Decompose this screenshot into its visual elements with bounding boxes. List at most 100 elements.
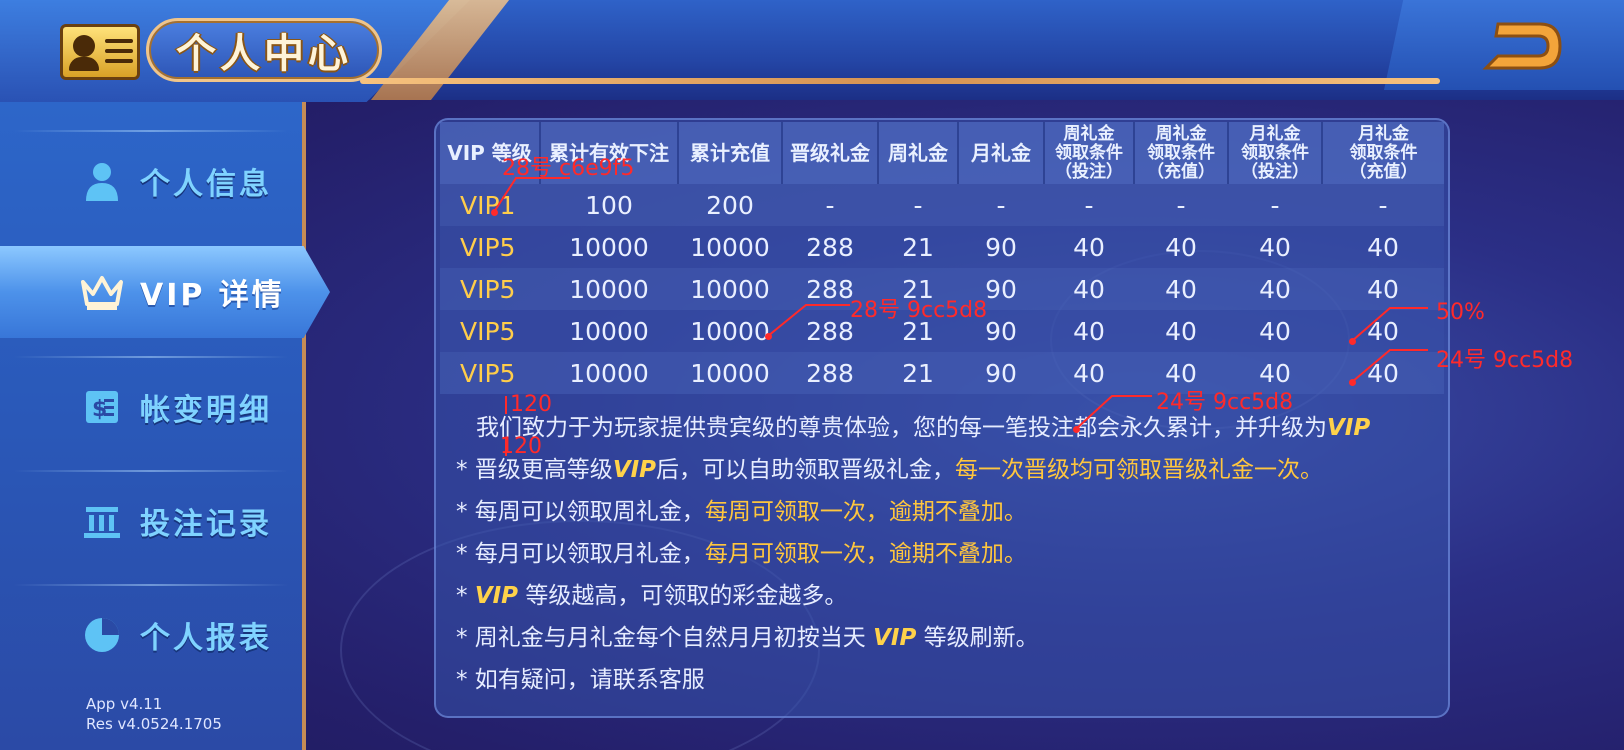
table-cell: 10000 <box>540 310 678 352</box>
table-cell: - <box>878 184 958 226</box>
note-text: * 周礼金与月礼金每个自然月月初按当天 <box>456 625 874 651</box>
table-cell: VIP5 <box>440 310 540 352</box>
sidebar-item-label: 个人信息 <box>140 167 272 202</box>
annotation-dot <box>1349 379 1356 386</box>
table-cell: 21 <box>878 352 958 394</box>
table-row: VIP5 10000 10000 288 21 90 40 40 40 40 <box>440 352 1444 394</box>
header-weekly-deposit-condition: 周礼金 领取条件 （充值） <box>1134 122 1229 184</box>
note-highlight: 每周可领取一次，逾期不叠加。 <box>704 499 1027 525</box>
table-cell: 40 <box>1322 226 1444 268</box>
bill-icon: $ <box>72 382 132 432</box>
table-cell: 100 <box>540 184 678 226</box>
page-title-text: 个人中心 <box>176 31 352 77</box>
annotation-dot <box>1349 338 1356 345</box>
header-total-deposit: 累计充值 <box>678 122 783 184</box>
header-upgrade-bonus: 晋级礼金 <box>782 122 879 184</box>
table-cell: 90 <box>958 352 1044 394</box>
table-cell: 40 <box>1134 268 1228 310</box>
annotation-label: 120 <box>510 392 552 417</box>
sidebar-item-label: 帐变明细 <box>140 393 272 428</box>
note-highlight: 每一次晋级均可领取晋级礼金一次。 <box>955 457 1324 483</box>
page-title: 个人中心 <box>146 18 382 82</box>
sidebar-item-bet-records[interactable]: 投注记录 <box>0 470 302 568</box>
table-cell: 90 <box>958 226 1044 268</box>
header-weekly-bet-condition: 周礼金 领取条件 （投注） <box>1044 122 1135 184</box>
annotation-dot <box>491 209 498 216</box>
note-text: 等级刷新。 <box>916 625 1039 651</box>
back-arrow-icon <box>1482 22 1562 70</box>
annotation-dot <box>765 333 772 340</box>
back-button[interactable] <box>1476 16 1568 76</box>
note-6: * 如有疑问，请联系客服 <box>456 659 1436 701</box>
vip-notes: 我们致力于为玩家提供贵宾级的尊贵体验，您的每一笔投注都会永久累计，并升级为VIP… <box>456 407 1436 701</box>
header-monthly-bonus: 月礼金 <box>958 122 1045 184</box>
table-row: VIP5 10000 10000 288 21 90 40 40 40 40 <box>440 226 1444 268</box>
table-cell: - <box>1322 184 1444 226</box>
note-text: * 如有疑问，请联系客服 <box>456 667 705 693</box>
table-cell: 10000 <box>678 352 782 394</box>
sidebar-item-personal-info[interactable]: 个人信息 <box>0 130 302 228</box>
note-4: * VIP 等级越高，可领取的彩金越多。 <box>456 575 1436 617</box>
table-cell: 288 <box>782 352 878 394</box>
building-icon <box>72 496 132 546</box>
header-gold-line <box>360 78 1440 84</box>
sidebar-item-personal-report[interactable]: 个人报表 <box>0 584 302 682</box>
table-cell: 10000 <box>678 268 782 310</box>
header-monthly-bet-condition: 月礼金 领取条件 （投注） <box>1228 122 1323 184</box>
note-highlight: 每月可领取一次，逾期不叠加。 <box>704 541 1027 567</box>
table-cell: - <box>958 184 1044 226</box>
sidebar-item-label: VIP 详情 <box>140 278 285 313</box>
note-vip: VIP <box>873 625 917 651</box>
table-cell: - <box>1228 184 1322 226</box>
header-monthly-deposit-condition: 月礼金 领取条件 （充值） <box>1322 122 1444 184</box>
table-cell: 10000 <box>540 352 678 394</box>
note-vip: VIP <box>1327 415 1371 441</box>
annotation-label: 50% <box>1436 300 1485 325</box>
table-cell: - <box>1134 184 1228 226</box>
header-weekly-bonus: 周礼金 <box>878 122 959 184</box>
annotation-label: 120 <box>500 434 542 459</box>
table-cell: 40 <box>1044 352 1134 394</box>
sidebar-item-vip-details[interactable]: VIP 详情 <box>0 246 330 338</box>
table-cell: 40 <box>1228 310 1322 352</box>
table-cell: VIP5 <box>440 352 540 394</box>
note-2: * 每周可以领取周礼金，每周可领取一次，逾期不叠加。 <box>456 491 1436 533</box>
table-cell: 288 <box>782 226 878 268</box>
note-5: * 周礼金与月礼金每个自然月月初按当天 VIP 等级刷新。 <box>456 617 1436 659</box>
note-text: * <box>456 583 475 609</box>
table-cell: VIP1 <box>440 184 540 226</box>
table-cell: - <box>1044 184 1134 226</box>
table-cell: 40 <box>1322 268 1444 310</box>
table-cell: 10000 <box>540 268 678 310</box>
table-cell: - <box>782 184 878 226</box>
note-vip: VIP <box>612 457 657 483</box>
table-cell: 40 <box>1044 226 1134 268</box>
table-cell: 40 <box>1322 352 1444 394</box>
note-text: * 晋级更高等级 <box>456 457 613 483</box>
annotation-label: 28号 9cc5d8 <box>850 298 988 323</box>
res-version: Res v4.0524.1705 <box>86 715 222 733</box>
user-icon <box>72 156 132 206</box>
annotation-label: 28号 c6e9f5 <box>502 156 635 181</box>
annotation-dot <box>1073 426 1080 433</box>
sidebar-item-account-changes[interactable]: $ 帐变明细 <box>0 356 302 454</box>
crown-icon <box>72 267 132 317</box>
table-cell: 40 <box>1134 310 1228 352</box>
table-cell: 21 <box>878 226 958 268</box>
table-cell: 40 <box>1322 310 1444 352</box>
version-info: App v4.11 Res v4.0524.1705 <box>86 694 222 734</box>
table-cell: 10000 <box>678 310 782 352</box>
sidebar-item-label: 投注记录 <box>140 507 272 542</box>
table-cell: 40 <box>1228 268 1322 310</box>
note-text: 我们致力于为玩家提供贵宾级的尊贵体验，您的每一笔投注都会永久累计，并升级为 <box>476 415 1327 441</box>
note-text: * 每月可以领取月礼金， <box>456 541 705 567</box>
app-version: App v4.11 <box>86 695 163 713</box>
sidebar-item-label: 个人报表 <box>140 621 272 656</box>
table-cell: 10000 <box>540 226 678 268</box>
table-cell: 40 <box>1044 310 1134 352</box>
note-1: * 晋级更高等级VIP后，可以自助领取晋级礼金，每一次晋级均可领取晋级礼金一次。 <box>456 449 1436 491</box>
table-cell: 40 <box>1134 226 1228 268</box>
note-text: 等级越高，可领取的彩金越多。 <box>518 583 848 609</box>
note-vip: VIP <box>474 583 519 609</box>
annotation-label: 24号 9cc5d8 <box>1156 390 1294 415</box>
